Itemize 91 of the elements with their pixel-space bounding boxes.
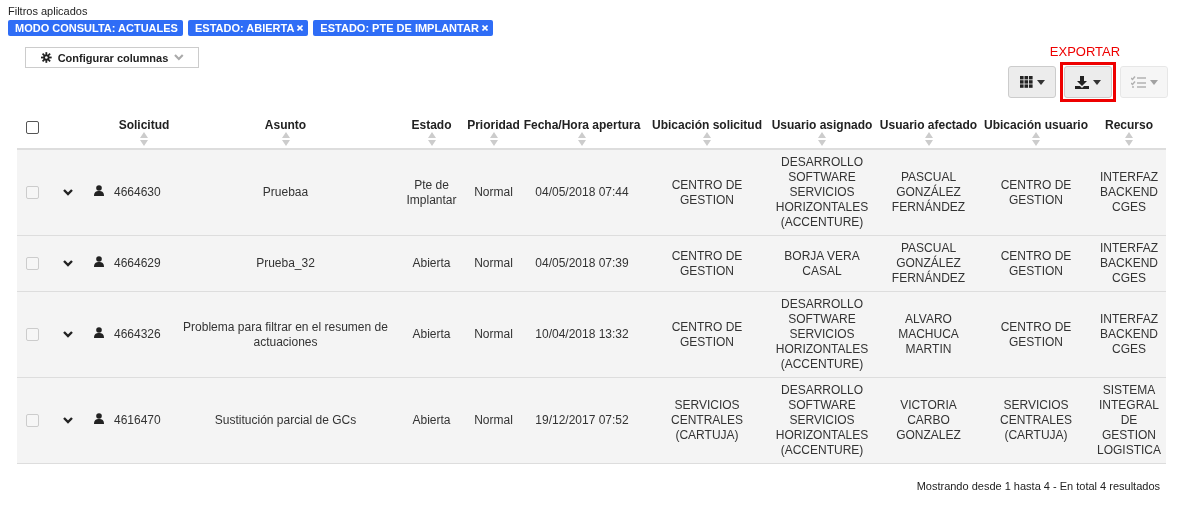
table-cell: PASCUAL GONZÁLEZ FERNÁNDEZ	[891, 170, 966, 214]
table-cell: CENTRO DE GESTION	[1000, 319, 1072, 349]
chevron-down-icon[interactable]	[63, 417, 73, 424]
table-cell: DESARROLLO SOFTWARE SERVICIOS HORIZONTALES (ACCENTURE)	[775, 297, 869, 371]
table-cell: CENTRO DE GESTION	[671, 177, 743, 207]
table-cell: 04/05/2018 07:44	[535, 185, 629, 199]
table-cell: Normal	[474, 185, 513, 199]
table-cell: Normal	[474, 256, 513, 270]
table-cell: Sustitución parcial de GCs	[214, 413, 357, 427]
chevron-down-icon[interactable]	[63, 331, 73, 338]
grid-icon	[1019, 76, 1033, 88]
caret-icon	[1036, 79, 1045, 85]
columns-button[interactable]	[1008, 66, 1056, 98]
sort-icon[interactable]	[489, 132, 498, 146]
table-cell: SERVICIOS CENTRALES (CARTUJA)	[1000, 398, 1072, 442]
column-header[interactable]: Fecha/Hora apertura	[523, 118, 641, 132]
table-cell: 10/04/2018 13:32	[535, 327, 629, 341]
column-header[interactable]: Ubicación solicitud	[652, 118, 762, 132]
sort-icon[interactable]	[1032, 132, 1040, 146]
filter-tag[interactable]: ESTADO: PTE DE IMPLANTAR	[313, 20, 493, 36]
table-cell: ALVARO MACHUCA MARTIN	[898, 312, 959, 356]
table-cell: Abierta	[412, 256, 451, 270]
table-cell: 4664326	[114, 327, 161, 341]
table-cell: CENTRO DE GESTION	[671, 248, 743, 278]
row-checkbox[interactable]	[26, 186, 39, 200]
table-cell: DESARROLLO SOFTWARE SERVICIOS HORIZONTALES (ACCENTURE)	[775, 383, 869, 457]
table-cell: INTERFAZ BACKEND CGES	[1100, 241, 1158, 285]
column-header[interactable]: Asunto	[264, 118, 307, 132]
table-cell: DESARROLLO SOFTWARE SERVICIOS HORIZONTALES (ACCENTURE)	[775, 155, 869, 229]
checklist-icon	[1130, 76, 1146, 88]
column-header[interactable]: Recurso	[1105, 118, 1153, 132]
column-header[interactable]: Solicitud	[118, 118, 170, 132]
sort-icon[interactable]	[578, 132, 586, 146]
table-cell: 4664630	[114, 185, 161, 199]
column-header[interactable]: Usuario asignado	[771, 118, 873, 132]
table-cell: INTERFAZ BACKEND CGES	[1100, 312, 1158, 356]
sort-icon[interactable]	[1125, 132, 1133, 146]
table-cell: SERVICIOS CENTRALES (CARTUJA)	[671, 398, 743, 442]
table-cell: Pruebaa	[262, 185, 309, 199]
sort-icon[interactable]	[818, 132, 826, 146]
table-cell: 04/05/2018 07:39	[535, 256, 629, 270]
caret-icon	[1093, 79, 1101, 85]
table-cell: CENTRO DE GESTION	[1000, 177, 1072, 207]
table-cell: BORJA VERA CASAL	[784, 248, 860, 278]
table-cell: Abierta	[412, 327, 451, 341]
table-cell: CENTRO DE GESTION	[1000, 248, 1072, 278]
table-cell: Problema para filtrar en el resumen de actuaciones	[183, 319, 388, 349]
column-header[interactable]: Ubicación usuario	[984, 118, 1088, 132]
close-icon[interactable]	[481, 25, 488, 31]
table-cell: Normal	[474, 413, 513, 427]
row-checkbox[interactable]	[26, 414, 39, 428]
table-cell: Normal	[474, 327, 513, 341]
user-icon	[94, 256, 104, 267]
select-all-checkbox[interactable]	[26, 121, 39, 135]
chevron-down-icon[interactable]	[63, 260, 73, 267]
row-checkbox[interactable]	[26, 328, 39, 342]
sort-icon[interactable]	[703, 132, 711, 146]
user-icon	[94, 327, 104, 338]
sort-icon[interactable]	[140, 132, 148, 146]
column-header[interactable]: Usuario afectado	[879, 118, 978, 132]
table-cell: SISTEMA INTEGRAL DE GESTION LOGISTICA	[1097, 383, 1161, 457]
table-cell: 4664629	[114, 256, 161, 270]
table-cell: VICTORIA CARBO GONZALEZ	[896, 398, 961, 442]
close-icon[interactable]	[297, 25, 304, 31]
filters-title: Filtros aplicados	[8, 5, 89, 17]
gear-icon	[41, 52, 52, 63]
column-header[interactable]: Estado	[411, 118, 452, 132]
table-cell: Pte de Implantar	[406, 177, 457, 207]
user-icon	[94, 413, 104, 424]
table-cell: 19/12/2017 07:52	[535, 413, 629, 427]
table-cell: Prueba_32	[256, 256, 315, 270]
filter-tag[interactable]: MODO CONSULTA: ACTUALES	[8, 20, 183, 36]
table-cell: PASCUAL GONZÁLEZ FERNÁNDEZ	[891, 241, 966, 285]
chevron-down-icon[interactable]	[63, 189, 73, 196]
configure-columns-button[interactable]: Configurar columnas	[25, 47, 199, 68]
column-header[interactable]: Prioridad	[467, 118, 520, 132]
row-checkbox[interactable]	[26, 257, 39, 271]
filter-tag[interactable]: ESTADO: ABIERTA	[187, 20, 309, 36]
table-cell: 4616470	[114, 413, 161, 427]
results-summary: Mostrando desde 1 hasta 4 - En total 4 resultados	[916, 480, 1160, 492]
user-icon	[94, 185, 104, 196]
sort-icon[interactable]	[281, 132, 290, 146]
download-icon	[1075, 75, 1089, 89]
chevron-down-icon	[174, 54, 184, 61]
caret-icon	[1149, 79, 1158, 85]
export-annotation: EXPORTAR	[1049, 44, 1121, 59]
table-cell: INTERFAZ BACKEND CGES	[1100, 170, 1158, 214]
sort-icon[interactable]	[427, 132, 436, 146]
table-cell: Abierta	[412, 413, 451, 427]
table-cell: CENTRO DE GESTION	[671, 319, 743, 349]
sort-icon[interactable]	[924, 132, 933, 146]
